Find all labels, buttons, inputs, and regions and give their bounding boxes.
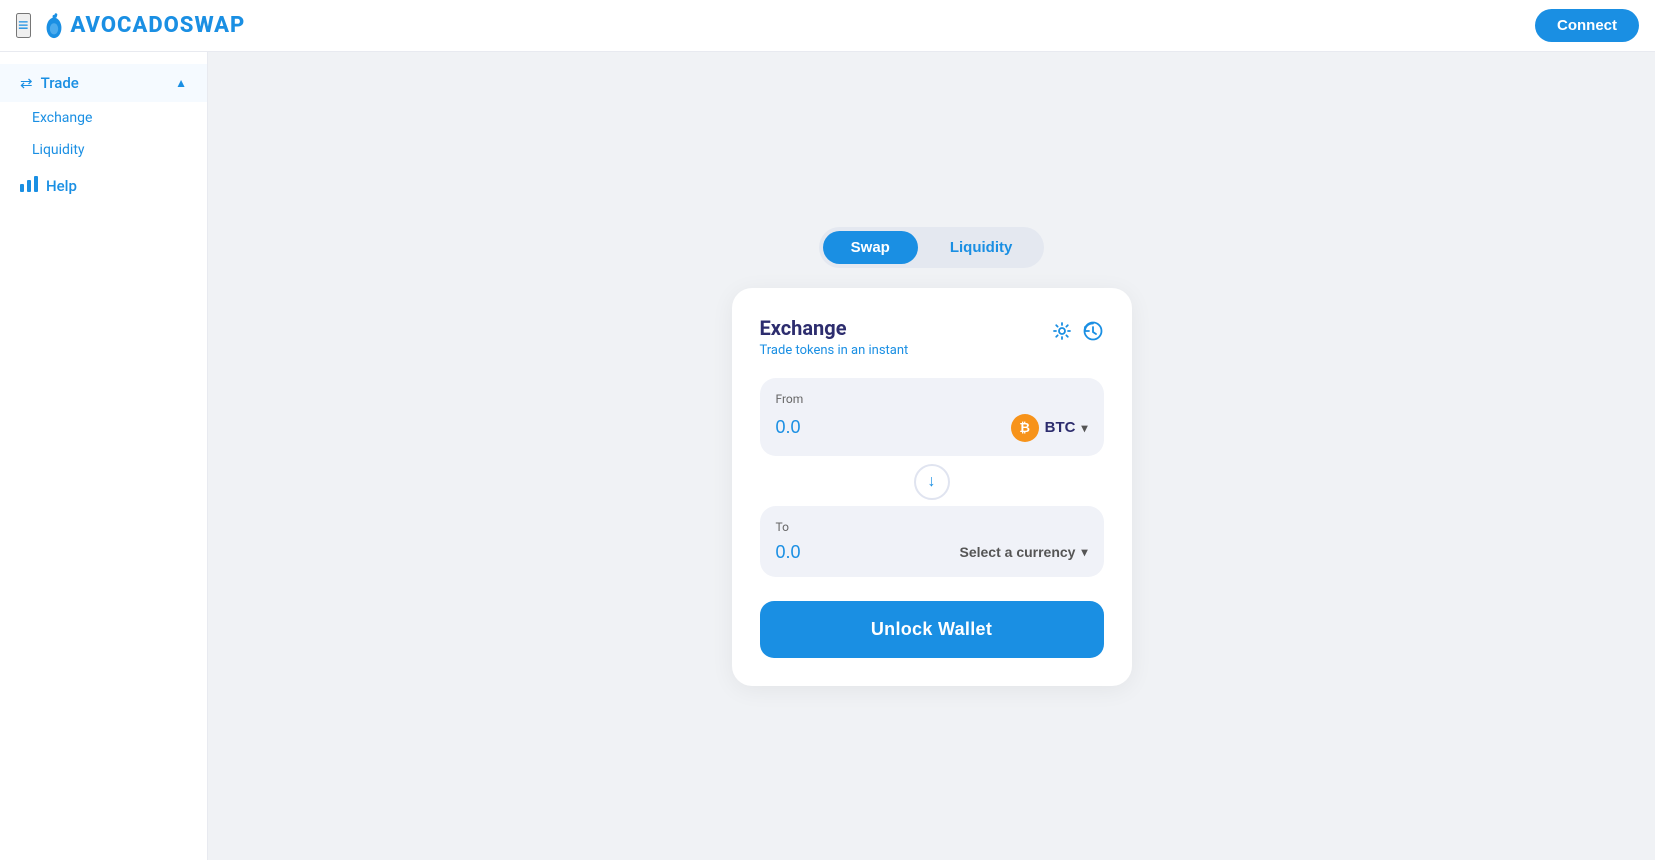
sidebar-item-liquidity[interactable]: Liquidity xyxy=(0,134,207,166)
card-title-area: Exchange Trade tokens in an instant xyxy=(760,316,909,358)
header-left: ≡ AVOCADOSWAP xyxy=(16,13,245,39)
to-token-row: Select a currency ▾ xyxy=(776,542,1088,563)
to-token-selector[interactable]: Select a currency ▾ xyxy=(960,544,1088,560)
from-token-label: BTC xyxy=(1045,419,1076,436)
sidebar-item-label-help: Help xyxy=(46,177,77,195)
app-layout: ⇄ Trade ▲ Exchange Liquidity Help Swap L… xyxy=(0,52,1655,860)
swap-direction-container: ↓ xyxy=(760,464,1104,500)
sidebar: ⇄ Trade ▲ Exchange Liquidity Help xyxy=(0,52,208,860)
from-token-row: ₿ BTC ▾ xyxy=(776,414,1088,442)
to-token-placeholder: Select a currency xyxy=(960,544,1076,560)
to-label: To xyxy=(776,520,1088,534)
connect-button[interactable]: Connect xyxy=(1535,9,1639,42)
from-token-box: From ₿ BTC ▾ xyxy=(760,378,1104,456)
menu-icon[interactable]: ≡ xyxy=(16,13,31,38)
swap-direction-button[interactable]: ↓ xyxy=(914,464,950,500)
to-token-box: To Select a currency ▾ xyxy=(760,506,1104,577)
sidebar-item-label-trade: Trade xyxy=(41,74,79,92)
trade-icon: ⇄ xyxy=(20,74,33,92)
card-header: Exchange Trade tokens in an instant xyxy=(760,316,1104,358)
tab-liquidity[interactable]: Liquidity xyxy=(922,231,1041,264)
to-token-chevron-icon: ▾ xyxy=(1081,545,1087,559)
history-icon[interactable] xyxy=(1082,320,1104,342)
main-content: Swap Liquidity Exchange Trade tokens in … xyxy=(208,52,1655,860)
chevron-down-icon: ▲ xyxy=(175,76,187,90)
logo-area: AVOCADOSWAP xyxy=(43,13,246,39)
avocado-logo-icon xyxy=(43,13,65,39)
exchange-card: Exchange Trade tokens in an instant xyxy=(732,288,1132,686)
from-label: From xyxy=(776,392,1088,406)
sidebar-item-help[interactable]: Help xyxy=(0,166,207,206)
unlock-wallet-button[interactable]: Unlock Wallet xyxy=(760,601,1104,658)
tab-bar: Swap Liquidity xyxy=(819,227,1045,268)
from-token-chevron-icon: ▾ xyxy=(1081,421,1087,435)
logo-icon xyxy=(43,13,65,39)
from-token-selector[interactable]: ₿ BTC ▾ xyxy=(1011,414,1088,442)
settings-icon[interactable] xyxy=(1052,321,1072,341)
card-action-icons xyxy=(1052,320,1104,342)
exchange-title: Exchange xyxy=(760,316,909,340)
from-amount-input[interactable] xyxy=(776,417,896,438)
sidebar-item-exchange[interactable]: Exchange xyxy=(0,102,207,134)
bar-chart-icon xyxy=(20,176,38,196)
btc-icon: ₿ xyxy=(1011,414,1039,442)
to-amount-input[interactable] xyxy=(776,542,896,563)
app-header: ≡ AVOCADOSWAP Connect xyxy=(0,0,1655,52)
exchange-subtitle: Trade tokens in an instant xyxy=(760,343,909,358)
down-arrow-icon: ↓ xyxy=(928,473,936,491)
tab-swap[interactable]: Swap xyxy=(823,231,918,264)
sidebar-item-trade[interactable]: ⇄ Trade ▲ xyxy=(0,64,207,102)
logo-text: AVOCADOSWAP xyxy=(71,13,246,38)
